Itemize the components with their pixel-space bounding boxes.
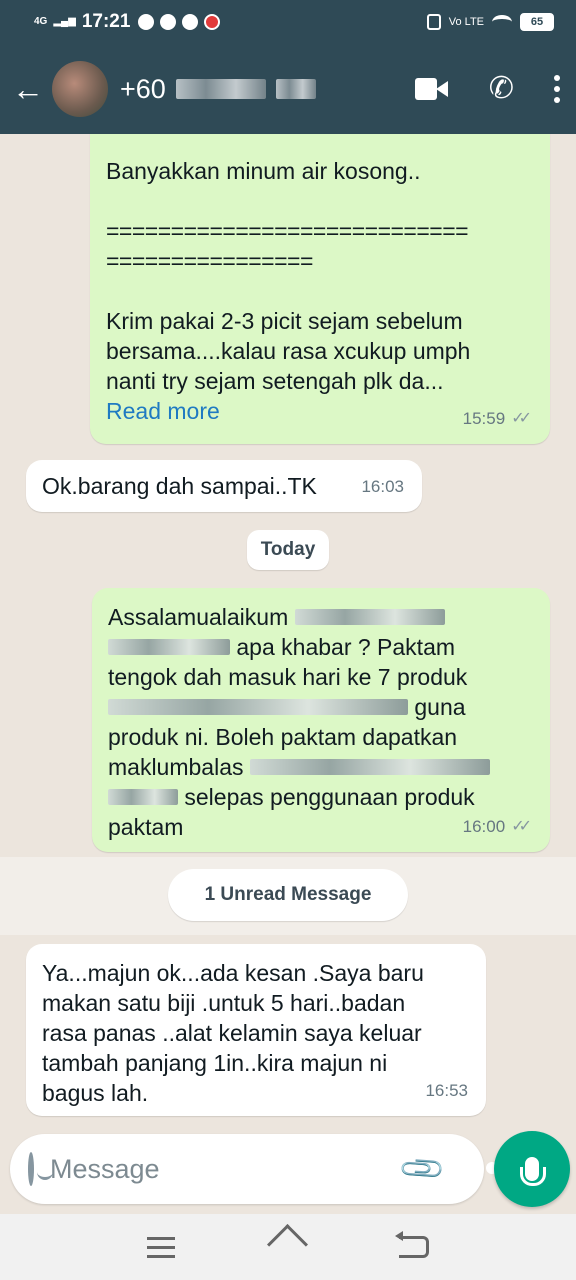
microphone-icon	[520, 1157, 546, 1186]
message-line: selepas penggunaan produk	[184, 784, 475, 810]
composer: 📎	[10, 1134, 499, 1204]
redacted-text	[108, 699, 408, 715]
message-meta: 16:03	[361, 472, 404, 502]
message-input[interactable]	[50, 1153, 404, 1185]
message-line: ============================	[106, 218, 469, 244]
status-time: 17:21	[81, 11, 131, 32]
app-notification-icon	[204, 14, 221, 30]
message-bubble-incoming[interactable]: Ya...majun ok...ada kesan .Saya baru mak…	[26, 944, 486, 1116]
message-bubble-outgoing[interactable]: Banyakkan minum air kosong.. ===========…	[90, 134, 550, 444]
message-line: tambah panjang 1in..kira majun ni	[42, 1050, 388, 1076]
read-ticks-icon: ✓✓	[511, 818, 532, 835]
arrow-left-icon[interactable]: ←	[10, 73, 46, 105]
message-line: bagus lah.	[42, 1080, 149, 1106]
redacted-number	[275, 79, 316, 99]
chat-header: ← +60 ✆	[0, 44, 576, 134]
paperclip-icon[interactable]: 📎	[397, 1143, 448, 1194]
message-time: 16:03	[361, 477, 404, 496]
message-meta: 16:53	[425, 1076, 468, 1106]
redacted-text	[249, 759, 490, 775]
redacted-number	[175, 79, 266, 99]
message-line: apa khabar ? Paktam	[236, 634, 456, 660]
wifi-icon	[492, 15, 512, 29]
message-line: Assalamualaikum	[108, 604, 289, 630]
message-line-row: Assalamualaikum	[108, 602, 532, 632]
phone-icon[interactable]: ✆	[489, 74, 514, 104]
volte-label: Vo LTE	[448, 16, 484, 28]
message-line: ================	[106, 248, 313, 274]
message-line-row: selepas penggunaan produk	[108, 782, 532, 812]
redacted-text	[294, 609, 445, 625]
status-right: Vo LTE 65	[426, 13, 554, 31]
emoji-icon[interactable]	[28, 1152, 53, 1186]
message-line: guna	[414, 694, 466, 720]
back-nav-icon[interactable]	[395, 1231, 429, 1258]
message-line: Ya...majun ok...ada kesan .Saya baru	[42, 960, 424, 986]
message-line: produk ni. Boleh paktam dapatkan	[108, 724, 458, 750]
message-text: Ok.barang dah sampai..TK	[42, 473, 317, 499]
more-options-icon[interactable]	[554, 75, 560, 103]
tiktok-icon	[182, 14, 199, 30]
home-icon[interactable]	[269, 1234, 305, 1260]
message-line-row: apa khabar ? Paktam	[108, 632, 532, 662]
redacted-text	[108, 789, 178, 805]
message-line-row: maklumbalas	[108, 752, 532, 782]
message-line: rasa panas ..alat kelamin saya keluar	[42, 1020, 422, 1046]
unread-divider: 1 Unread Message	[168, 869, 408, 921]
message-line: Krim pakai 2-3 picit sejam sebelum	[106, 308, 463, 334]
battery-icon: 65	[520, 13, 554, 31]
vibrate-icon	[426, 14, 441, 30]
message-line: makan satu biji .untuk 5 hari..badan	[42, 990, 406, 1016]
date-divider: Today	[247, 530, 329, 570]
status-bar: 4G ▂▄▆ 17:21 Vo LTE 65	[0, 0, 576, 44]
voice-record-button[interactable]	[494, 1131, 570, 1207]
header-actions: ✆	[414, 74, 560, 104]
message-line: tengok dah masuk hari ke 7 produk	[108, 664, 468, 690]
read-ticks-icon: ✓✓	[511, 410, 532, 427]
chat-bubble-icon	[160, 14, 177, 30]
message-bubble-incoming[interactable]: Ok.barang dah sampai..TK 16:03	[26, 460, 422, 512]
message-bubble-outgoing[interactable]: Assalamualaikum apa khabar ? Paktam teng…	[92, 588, 550, 852]
message-meta: 16:00 ✓✓	[463, 812, 532, 842]
message-line: maklumbalas	[108, 754, 244, 780]
avatar[interactable]	[52, 61, 108, 117]
contact-number: +60	[120, 73, 166, 104]
recent-apps-icon[interactable]	[147, 1236, 175, 1258]
contact-name[interactable]: +60	[120, 74, 316, 105]
chat-area[interactable]: Banyakkan minum air kosong.. ===========…	[0, 134, 576, 1130]
signal-icon: ▂▄▆	[53, 16, 76, 27]
message-meta: 15:59 ✓✓	[463, 404, 532, 434]
telegram-icon	[138, 14, 155, 30]
network-type: 4G	[34, 16, 48, 27]
message-line: bersama....kalau rasa xcukup umph	[106, 338, 471, 364]
redacted-text	[108, 639, 230, 655]
message-time: 16:53	[425, 1081, 468, 1100]
message-time: 15:59	[462, 409, 506, 428]
message-line: nanti try sejam setengah plk da...	[106, 368, 444, 394]
video-call-icon[interactable]	[414, 78, 449, 100]
message-line: Banyakkan minum air kosong..	[106, 158, 421, 184]
message-line-row: guna	[108, 692, 532, 722]
message-time: 16:00	[462, 817, 506, 836]
system-nav-bar	[0, 1214, 576, 1280]
